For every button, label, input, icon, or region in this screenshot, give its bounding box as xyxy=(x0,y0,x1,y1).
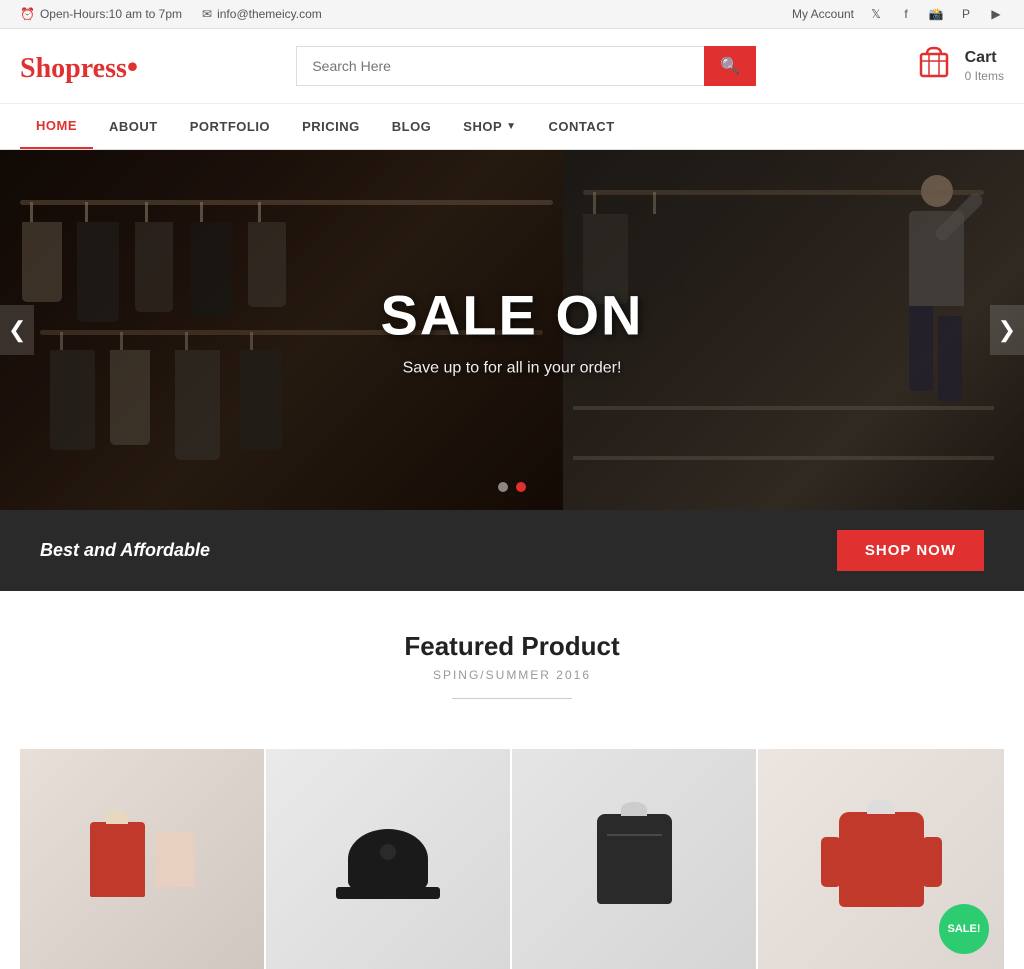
shop-now-button[interactable]: Shop Now xyxy=(837,530,984,571)
youtube-icon[interactable]: ▶ xyxy=(988,6,1004,22)
product-card-2[interactable] xyxy=(266,749,510,969)
hero-dot-1[interactable] xyxy=(498,482,508,492)
cart-info: Cart 0 Items xyxy=(965,48,1004,84)
hero-dots xyxy=(498,482,526,492)
store-email: ✉ info@themeicy.com xyxy=(202,7,322,21)
top-bar-info: ⏰ Open-Hours:10 am to 7pm ✉ info@themeic… xyxy=(20,7,322,21)
clock-icon: ⏰ xyxy=(20,7,35,21)
cart-items-count: 0 Items xyxy=(965,69,1004,85)
product-visual-3 xyxy=(512,749,756,969)
product-card-4[interactable]: SALE! xyxy=(758,749,1004,969)
featured-divider xyxy=(452,698,572,699)
logo-dot: • xyxy=(127,48,138,84)
cart-widget[interactable]: Cart 0 Items xyxy=(915,44,1004,88)
my-account-link[interactable]: My Account xyxy=(792,7,854,21)
facebook-icon[interactable]: f xyxy=(898,6,914,22)
cart-icon xyxy=(915,44,953,88)
product-card-3[interactable] xyxy=(512,749,756,969)
hero-next-button[interactable]: ❯ xyxy=(990,305,1024,355)
promo-text: Best and Affordable xyxy=(40,540,210,561)
hero-dot-2[interactable] xyxy=(516,482,526,492)
product-grid: SALE! xyxy=(0,749,1024,969)
top-bar: ⏰ Open-Hours:10 am to 7pm ✉ info@themeic… xyxy=(0,0,1024,29)
sale-badge-4: SALE! xyxy=(939,904,989,954)
cart-label: Cart xyxy=(965,48,1004,69)
top-bar-right: My Account 𝕏 f 📸 P ▶ xyxy=(792,6,1004,22)
twitter-icon[interactable]: 𝕏 xyxy=(868,6,884,22)
nav-portfolio[interactable]: PORTFOLIO xyxy=(174,105,286,148)
product-visual-2 xyxy=(266,749,510,969)
hero-title: SALE ON xyxy=(381,283,644,348)
featured-subtitle: SPING/SUMMER 2016 xyxy=(20,668,1004,682)
product-visual-1 xyxy=(20,749,264,969)
nav-home[interactable]: HOME xyxy=(20,104,93,149)
logo-text: Shopress xyxy=(20,53,127,84)
nav-pricing[interactable]: PRICING xyxy=(286,105,376,148)
promo-bar: Best and Affordable Shop Now xyxy=(0,510,1024,591)
nav-contact[interactable]: CONTACT xyxy=(533,105,631,148)
instagram-icon[interactable]: 📸 xyxy=(928,6,944,22)
nav-shop[interactable]: SHOP ▼ xyxy=(447,105,532,148)
email-icon: ✉ xyxy=(202,7,212,21)
search-input[interactable] xyxy=(296,46,704,86)
site-logo[interactable]: Shopress• xyxy=(20,48,138,85)
site-header: Shopress• 🔍 Cart 0 Items xyxy=(0,29,1024,104)
hero-prev-button[interactable]: ❮ xyxy=(0,305,34,355)
main-nav: HOME ABOUT PORTFOLIO PRICING BLOG SHOP ▼… xyxy=(0,104,1024,150)
search-bar: 🔍 xyxy=(296,46,756,86)
product-card-1[interactable] xyxy=(20,749,264,969)
hero-subtitle: Save up to for all in your order! xyxy=(381,360,644,378)
nav-blog[interactable]: BLOG xyxy=(376,105,448,148)
search-button[interactable]: 🔍 xyxy=(704,46,756,86)
nav-about[interactable]: ABOUT xyxy=(93,105,174,148)
pinterest-icon[interactable]: P xyxy=(958,6,974,22)
hero-content: SALE ON Save up to for all in your order… xyxy=(381,283,644,378)
featured-section: Featured Product SPING/SUMMER 2016 xyxy=(0,591,1024,749)
shop-dropdown-icon: ▼ xyxy=(506,121,516,132)
hero-slider: ❮ SALE ON Save up to for all in your ord… xyxy=(0,150,1024,510)
search-icon: 🔍 xyxy=(720,58,740,75)
store-hours: ⏰ Open-Hours:10 am to 7pm xyxy=(20,7,182,21)
featured-title: Featured Product xyxy=(20,631,1004,662)
